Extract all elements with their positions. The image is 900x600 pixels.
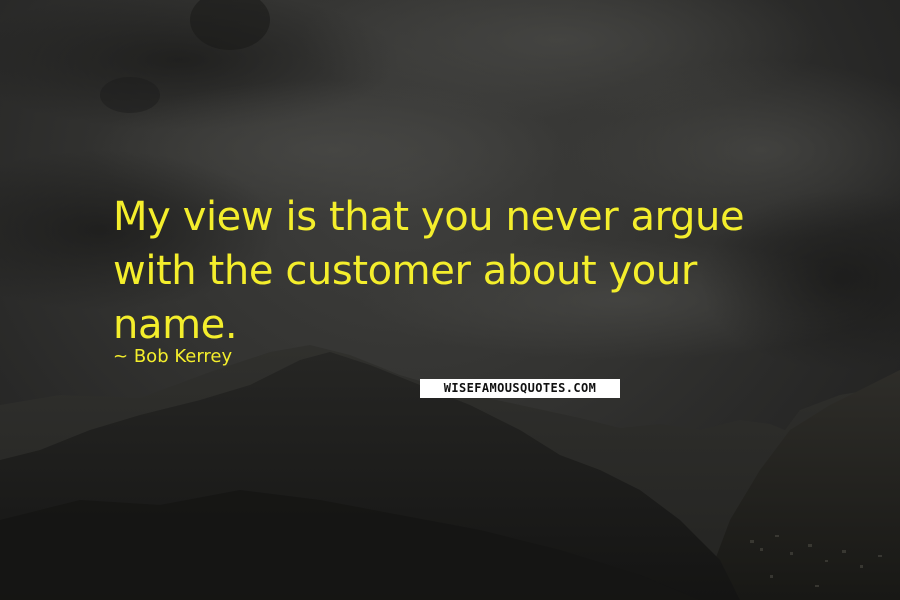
quote-image: My view is that you never argue with the… xyxy=(0,0,900,600)
watermark-logo: WISEFAMOUSQUOTES.COM xyxy=(420,379,620,398)
author-prefix: ~ xyxy=(113,346,129,367)
quote-author: ~ Bob Kerrey xyxy=(113,345,232,369)
author-name: Bob Kerrey xyxy=(133,346,233,367)
quote-text: My view is that you never argue with the… xyxy=(113,194,745,348)
